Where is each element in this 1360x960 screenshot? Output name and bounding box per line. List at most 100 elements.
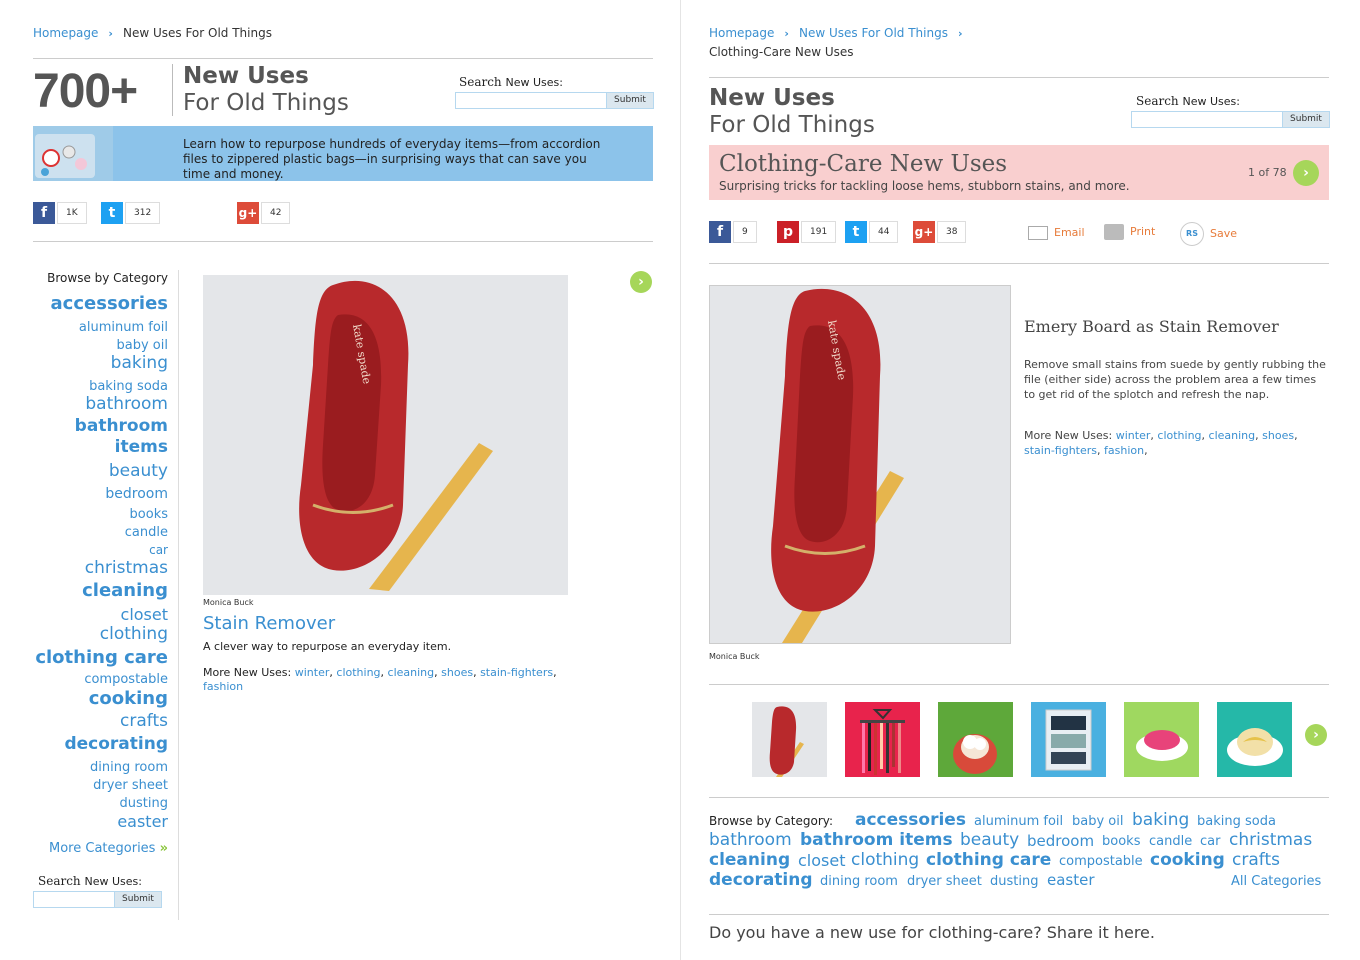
category-link-compostable[interactable]: compostable xyxy=(1059,854,1143,869)
googleplus-share[interactable]: g+ 42 xyxy=(237,202,297,226)
category-link-candle[interactable]: candle xyxy=(125,525,168,540)
category-link-dryer-sheet[interactable]: dryer sheet xyxy=(93,778,168,793)
print-button[interactable]: Print xyxy=(1104,224,1155,240)
tag-link-clothing[interactable]: clothing xyxy=(1157,429,1201,442)
category-link-baby-oil[interactable]: baby oil xyxy=(117,338,168,353)
category-link-dusting[interactable]: dusting xyxy=(990,874,1038,889)
breadcrumb-home-link[interactable]: Homepage xyxy=(33,26,98,40)
category-link-car[interactable]: car xyxy=(149,543,168,557)
category-link-books[interactable]: books xyxy=(1102,834,1140,849)
thumbnail-4[interactable] xyxy=(1031,702,1106,777)
category-link-beauty[interactable]: beauty xyxy=(109,461,168,481)
category-link-bathroom-items[interactable]: bathroom xyxy=(75,416,168,436)
thumbnail-3[interactable] xyxy=(938,702,1013,777)
category-link-baby-oil[interactable]: baby oil xyxy=(1072,814,1123,829)
bottom-search-input[interactable] xyxy=(33,891,115,908)
recipe-box-icon: RS xyxy=(1180,222,1204,246)
breadcrumb-section-link[interactable]: New Uses For Old Things xyxy=(799,26,948,40)
save-button[interactable]: RS Save xyxy=(1180,222,1237,246)
category-link-clothing[interactable]: clothing xyxy=(100,624,168,644)
category-link-cleaning[interactable]: cleaning xyxy=(709,850,790,870)
tag-link-clothing[interactable]: clothing xyxy=(336,666,380,679)
pinterest-share[interactable]: p 191 xyxy=(777,221,837,245)
tag-link-fashion[interactable]: fashion xyxy=(203,680,243,693)
category-link-clothing[interactable]: clothing xyxy=(851,850,919,870)
category-link-dining-room[interactable]: dining room xyxy=(820,874,898,889)
category-link-bathroom-items-2[interactable]: items xyxy=(115,437,168,457)
thumbnail-2[interactable] xyxy=(845,702,920,777)
category-link-crafts[interactable]: crafts xyxy=(120,711,168,731)
category-link-bathroom[interactable]: bathroom xyxy=(709,830,792,850)
facebook-share[interactable]: f 9 xyxy=(709,221,764,245)
category-link-easter[interactable]: easter xyxy=(1047,871,1095,889)
next-slide-icon[interactable]: › xyxy=(1293,160,1319,186)
article-title-link[interactable]: Stain Remover xyxy=(203,613,335,634)
category-link-car[interactable]: car xyxy=(1200,834,1220,849)
share-prompt[interactable]: Do you have a new use for clothing-care?… xyxy=(709,923,1155,942)
thumbnail-1[interactable] xyxy=(752,702,827,777)
search-submit-button[interactable]: Submit xyxy=(606,92,654,109)
tag-link-cleaning[interactable]: cleaning xyxy=(1209,429,1256,442)
all-categories-link[interactable]: All Categories xyxy=(1231,874,1321,889)
printer-icon xyxy=(1104,224,1124,240)
category-link-christmas[interactable]: christmas xyxy=(1229,830,1312,850)
category-link-dryer-sheet[interactable]: dryer sheet xyxy=(907,874,982,889)
category-link-baking[interactable]: baking xyxy=(1132,810,1189,830)
category-link-beauty[interactable]: beauty xyxy=(960,830,1019,850)
category-link-bathroom-items[interactable]: bathroom items xyxy=(800,830,953,850)
tag-link-stain-fighters[interactable]: stain-fighters xyxy=(480,666,553,679)
category-link-aluminum-foil[interactable]: aluminum foil xyxy=(974,814,1063,829)
next-thumbnails-icon[interactable]: › xyxy=(1305,724,1327,746)
category-link-closet[interactable]: closet xyxy=(121,605,168,624)
category-link-baking-soda[interactable]: baking soda xyxy=(1197,814,1276,829)
category-link-clothing-care[interactable]: clothing care xyxy=(35,647,168,668)
tag-link-cleaning[interactable]: cleaning xyxy=(388,666,435,679)
category-link-closet[interactable]: closet xyxy=(798,851,845,870)
category-link-clothing-care[interactable]: clothing care xyxy=(926,850,1051,870)
category-link-cooking[interactable]: cooking xyxy=(1150,850,1225,870)
search-input[interactable] xyxy=(1131,111,1283,128)
tag-link-winter[interactable]: winter xyxy=(295,666,330,679)
category-link-dusting[interactable]: dusting xyxy=(120,796,168,811)
tag-link-fashion[interactable]: fashion xyxy=(1104,444,1144,457)
category-link-candle[interactable]: candle xyxy=(1149,834,1192,849)
category-link-dining-room[interactable]: dining room xyxy=(90,760,168,775)
facebook-share[interactable]: f 1K xyxy=(33,202,93,226)
tag-link-stain-fighters[interactable]: stain-fighters xyxy=(1024,444,1097,457)
photo-credit: Monica Buck xyxy=(203,598,254,607)
thumbnail-6[interactable] xyxy=(1217,702,1292,777)
googleplus-share[interactable]: g+ 38 xyxy=(913,221,968,245)
next-arrow-icon[interactable]: › xyxy=(630,271,652,293)
search-input[interactable] xyxy=(455,92,607,109)
category-link-accessories[interactable]: accessories xyxy=(855,810,966,830)
category-link-bedroom[interactable]: bedroom xyxy=(1027,832,1094,850)
email-button[interactable]: Email xyxy=(1028,226,1085,240)
category-link-compostable[interactable]: compostable xyxy=(84,672,168,687)
bottom-search-submit-button[interactable]: Submit xyxy=(114,891,162,908)
twitter-share[interactable]: t 312 xyxy=(101,202,161,226)
more-categories-link[interactable]: More Categories » xyxy=(49,841,168,856)
browse-title: Browse by Category xyxy=(47,271,168,285)
tag-link-winter[interactable]: winter xyxy=(1116,429,1151,442)
tag-link-shoes[interactable]: shoes xyxy=(441,666,473,679)
category-link-christmas[interactable]: christmas xyxy=(85,558,168,578)
category-link-accessories[interactable]: accessories xyxy=(51,293,168,314)
category-link-bedroom[interactable]: bedroom xyxy=(105,486,168,502)
category-link-cooking[interactable]: cooking xyxy=(89,688,168,709)
twitter-share[interactable]: t 44 xyxy=(845,221,900,245)
category-link-decorating[interactable]: decorating xyxy=(64,734,168,754)
search-submit-button[interactable]: Submit xyxy=(1282,111,1330,128)
category-link-books[interactable]: books xyxy=(130,507,168,522)
category-link-easter[interactable]: easter xyxy=(117,812,168,831)
category-link-baking-soda[interactable]: baking soda xyxy=(89,379,168,394)
category-link-cleaning[interactable]: cleaning xyxy=(82,580,168,601)
category-link-crafts[interactable]: crafts xyxy=(1232,850,1280,870)
category-link-aluminum-foil[interactable]: aluminum foil xyxy=(79,320,168,335)
thumbnail-5[interactable] xyxy=(1124,702,1199,777)
googleplus-icon: g+ xyxy=(913,221,935,243)
tag-link-shoes[interactable]: shoes xyxy=(1262,429,1294,442)
category-link-baking[interactable]: baking xyxy=(111,353,168,373)
category-link-bathroom[interactable]: bathroom xyxy=(85,394,168,414)
category-link-decorating[interactable]: decorating xyxy=(709,870,813,890)
breadcrumb-home-link[interactable]: Homepage xyxy=(709,26,774,40)
